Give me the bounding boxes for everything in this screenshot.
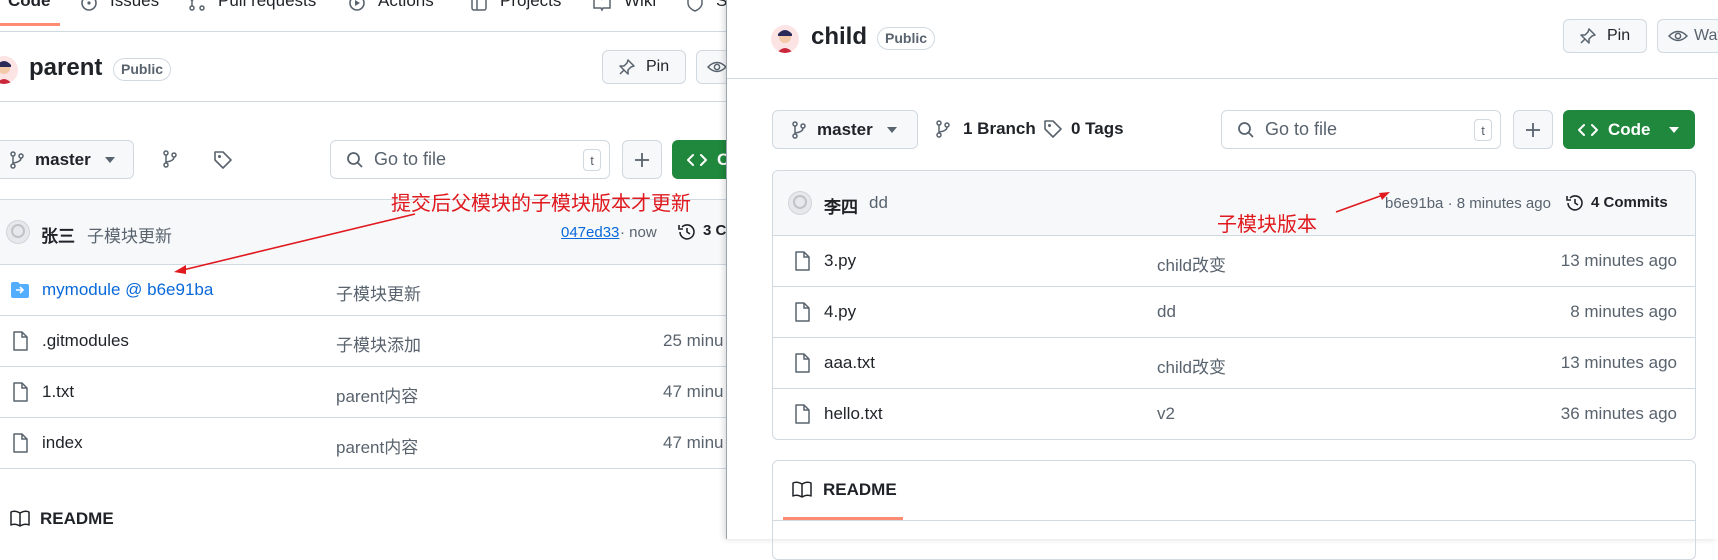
left-window: Code Issues Pull requests Actions Projec… [0, 0, 756, 539]
annotation-arrow [1335, 192, 1390, 213]
right-window: child Public Pin Wat master 1 Branch 0 T… [727, 0, 1718, 560]
annotation-arrow [174, 213, 416, 274]
